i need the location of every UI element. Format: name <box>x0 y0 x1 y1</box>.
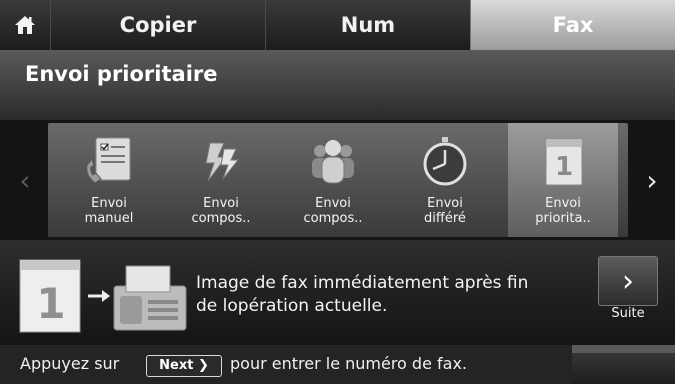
top-tab-bar: Copier Num Fax <box>0 0 675 50</box>
function-priority-send-line2: priorita.. <box>535 211 591 226</box>
function-manual-send-line1: Envoi <box>91 196 127 211</box>
timer-icon <box>423 137 467 186</box>
function-priority-send-line1: Envoi <box>545 196 581 211</box>
scroll-left-button[interactable]: ‹ <box>4 123 46 237</box>
description-panel: 1 Image de fax immédiatement après fin d… <box>0 240 675 345</box>
tab-fax[interactable]: Fax <box>470 0 675 50</box>
status-bar: Appuyez sur Next ❯ pour entrer le numéro… <box>0 345 675 384</box>
function-delayed-send[interactable]: Envoi différé <box>390 123 500 237</box>
home-button[interactable] <box>0 0 50 50</box>
suite-button[interactable]: › Suite <box>598 256 658 324</box>
function-compose-send-1[interactable]: Envoi compos.. <box>166 123 276 237</box>
tab-copier[interactable]: Copier <box>50 0 265 50</box>
home-icon <box>15 16 35 34</box>
function-icon-bar: Envoi manuel Envoi compos.. Envoi compos… <box>48 123 628 237</box>
fax-screen: Copier Num Fax Envoi prioritaire ‹ Envoi <box>0 0 675 384</box>
function-compose-send-1-line2: compos.. <box>191 211 251 226</box>
function-delayed-send-line2: différé <box>424 211 466 226</box>
chevron-left-icon: ‹ <box>19 163 31 197</box>
svg-text:1: 1 <box>36 279 65 328</box>
description-line-1: Image de fax immédiatement après fin <box>196 273 529 293</box>
function-compose-send-2-line1: Envoi <box>315 196 351 211</box>
function-priority-send[interactable]: 1 Envoi priorita.. <box>508 123 618 237</box>
function-manual-send-line2: manuel <box>84 211 134 226</box>
scroll-right-button[interactable]: › <box>631 123 673 237</box>
chevron-right-icon: › <box>598 256 658 306</box>
compose-send-icon <box>205 142 240 182</box>
group-send-icon <box>312 140 354 184</box>
next-key-badge: Next ❯ <box>146 355 222 377</box>
manual-send-icon <box>86 137 131 184</box>
function-compose-send-2[interactable]: Envoi compos.. <box>278 123 388 237</box>
page-title: Envoi prioritaire <box>25 62 218 86</box>
function-compose-send-1-line1: Envoi <box>203 196 239 211</box>
function-manual-send[interactable]: Envoi manuel <box>54 123 164 237</box>
svg-text:1: 1 <box>555 152 573 182</box>
tab-fax-label: Fax <box>552 13 594 37</box>
tab-num-label: Num <box>340 13 396 37</box>
chevron-right-icon: › <box>646 163 658 197</box>
status-indicator-top <box>572 345 675 353</box>
suite-label: Suite <box>611 306 645 321</box>
tab-num[interactable]: Num <box>265 0 470 50</box>
priority-page-icon: 1 <box>545 138 583 186</box>
priority-fax-illustration: 1 <box>19 259 187 333</box>
function-strip: ‹ Envoi manuel Envoi compos.. Envoi comp… <box>0 120 675 240</box>
function-delayed-send-line1: Envoi <box>427 196 463 211</box>
function-compose-send-2-line2: compos.. <box>303 211 363 226</box>
hint-text-after: pour entrer le numéro de fax. <box>230 354 468 373</box>
tab-copier-label: Copier <box>119 13 197 37</box>
title-bar: Envoi prioritaire <box>0 50 675 120</box>
description-line-2: de lopération actuelle. <box>196 296 388 316</box>
hint-text-before: Appuyez sur <box>20 354 120 373</box>
